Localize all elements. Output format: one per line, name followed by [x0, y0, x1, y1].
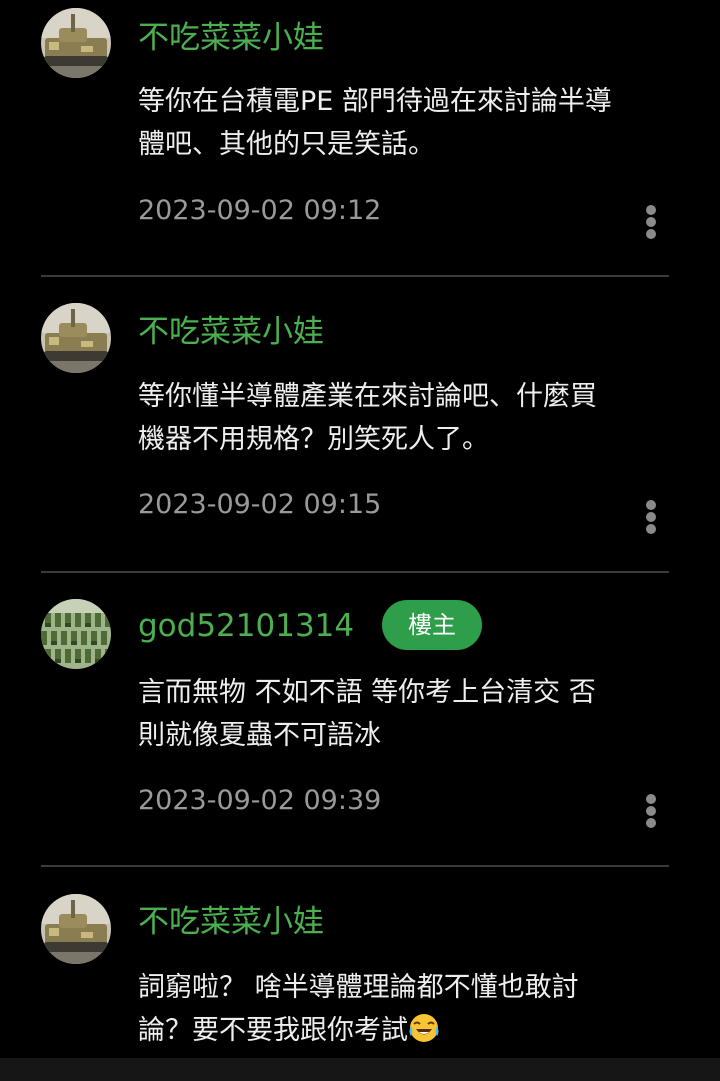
- user-avatar[interactable]: [41, 599, 111, 669]
- divider: [41, 571, 669, 573]
- comment-text: 詞窮啦？ 啥半導體理論都不懂也敢討 論？要不要我跟你考試: [138, 966, 678, 1052]
- more-options-icon[interactable]: [638, 496, 664, 536]
- comment-line: 言而無物 不如不語 等你考上台清交 否: [138, 677, 596, 708]
- comment-line-text: 論？要不要我跟你考試: [138, 1015, 408, 1046]
- comment-timestamp: 2023-09-02 09:39: [138, 785, 382, 816]
- username[interactable]: 不吃菜菜小娃: [138, 902, 324, 942]
- more-options-icon[interactable]: [638, 201, 664, 241]
- tank-avatar-icon: [41, 894, 111, 964]
- more-options-icon[interactable]: [638, 790, 664, 830]
- divider: [41, 865, 669, 867]
- comment-text: 等你在台積電PE 部門待過在來討論半導 體吧、其他的只是笑話。: [138, 80, 678, 166]
- comment-timestamp: 2023-09-02 09:12: [138, 195, 382, 226]
- comment-timestamp: 2023-09-02 09:15: [138, 489, 382, 520]
- divider: [41, 275, 669, 277]
- comment-line: 詞窮啦？ 啥半導體理論都不懂也敢討: [138, 972, 579, 1003]
- op-badge: 樓主: [382, 600, 482, 650]
- face-with-tears-of-joy-icon: [409, 1014, 439, 1042]
- user-avatar[interactable]: [41, 8, 111, 78]
- tank-avatar-icon: [41, 8, 111, 78]
- comment-line: 等你懂半導體產業在來討論吧、什麼買: [138, 381, 597, 412]
- comment-text: 言而無物 不如不語 等你考上台清交 否 則就像夏蟲不可語冰: [138, 671, 678, 757]
- soldiers-avatar-icon: [41, 599, 111, 669]
- user-avatar[interactable]: [41, 303, 111, 373]
- username[interactable]: 不吃菜菜小娃: [138, 312, 324, 352]
- tank-avatar-icon: [41, 303, 111, 373]
- comment-line: 則就像夏蟲不可語冰: [138, 720, 381, 751]
- comment-line: 論？要不要我跟你考試: [138, 1009, 678, 1052]
- bottom-bar: [0, 1058, 720, 1081]
- username[interactable]: god52101314: [138, 606, 354, 646]
- comment-line: 等你在台積電PE 部門待過在來討論半導: [138, 86, 612, 117]
- comment-line: 體吧、其他的只是笑話。: [138, 129, 435, 160]
- comment-text: 等你懂半導體產業在來討論吧、什麼買 機器不用規格？別笑死人了。: [138, 375, 678, 461]
- comment-line: 機器不用規格？別笑死人了。: [138, 424, 489, 455]
- user-avatar[interactable]: [41, 894, 111, 964]
- username[interactable]: 不吃菜菜小娃: [138, 18, 324, 58]
